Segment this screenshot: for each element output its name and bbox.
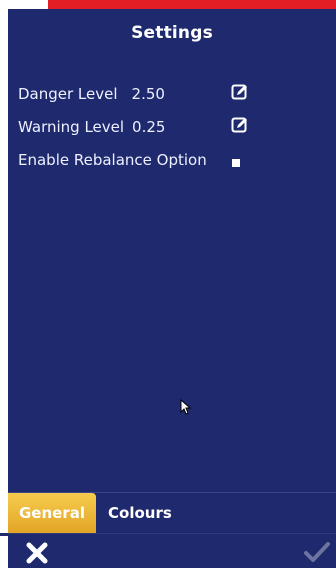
page-title: Settings: [131, 23, 213, 43]
rebalance-row: Enable Rebalance Option: [18, 149, 207, 171]
rebalance-label: Enable Rebalance Option: [18, 151, 207, 169]
edit-icon[interactable]: [231, 83, 249, 101]
edit-icon[interactable]: [231, 116, 249, 134]
tab-colours-label: Colours: [108, 504, 172, 522]
checkmark-icon[interactable]: [304, 541, 330, 563]
danger-level-label: Danger Level: [18, 85, 118, 103]
warning-level-row: Warning Level 0.25: [18, 116, 165, 138]
left-edge-marker: [0, 533, 8, 536]
warning-level-value: 0.25: [132, 118, 166, 136]
danger-level-value: 2.50: [131, 85, 165, 103]
rebalance-checkbox[interactable]: [232, 159, 240, 167]
settings-panel: Settings Danger Level 2.50 Warning Level…: [8, 9, 336, 568]
warning-level-label: Warning Level: [18, 118, 125, 136]
tab-general[interactable]: General: [8, 493, 96, 533]
top-accent-strip: [48, 0, 336, 9]
left-margin: [0, 0, 8, 568]
tab-colours[interactable]: Colours: [108, 493, 172, 533]
close-icon[interactable]: [26, 542, 48, 564]
danger-level-row: Danger Level 2.50: [18, 83, 165, 105]
tab-general-label: General: [19, 504, 85, 522]
footer-divider: [8, 533, 336, 534]
mouse-cursor-icon: [180, 399, 192, 415]
